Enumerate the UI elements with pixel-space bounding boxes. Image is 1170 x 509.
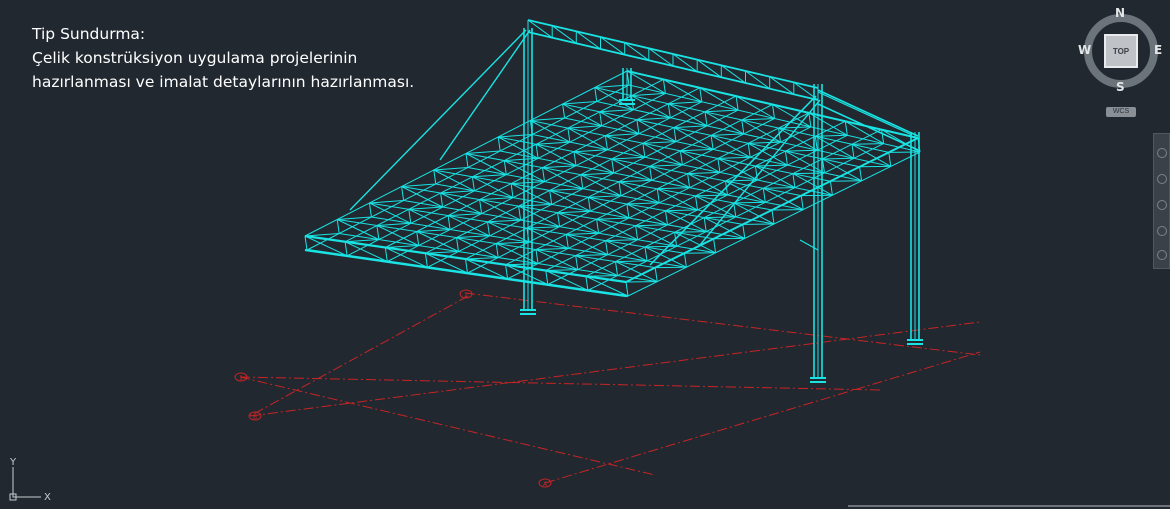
svg-text:2: 2: [464, 292, 468, 299]
compass-east[interactable]: E: [1154, 43, 1162, 57]
caption-line-2: hazırlanması ve imalat detaylarının hazı…: [32, 73, 415, 91]
grid-bubble: 2: [459, 289, 473, 299]
drawing-border-line: [848, 505, 1170, 507]
project-caption: Tip Sundurma: Çelik konstrüksiyon uygula…: [32, 22, 414, 94]
nav-showmotion-icon[interactable]: [1157, 250, 1167, 260]
caption-title: Tip Sundurma:: [32, 25, 146, 43]
model-viewport[interactable]: 1 2 B A Tip Sundurma: Çelik konstrüksiyo…: [0, 0, 1170, 509]
navigation-bar-icon[interactable]: [1153, 133, 1170, 269]
caption-line-1: Çelik konstrüksiyon uygulama projelerini…: [32, 49, 358, 67]
space-truss: [304, 70, 921, 298]
compass-south[interactable]: S: [1116, 80, 1125, 94]
nav-orbit-icon[interactable]: [1157, 226, 1167, 236]
grid-bubble: B: [248, 411, 262, 421]
compass-north[interactable]: N: [1115, 6, 1125, 20]
compass-west[interactable]: W: [1078, 43, 1091, 57]
ucs-axis-icon: Y X: [9, 457, 51, 503]
nav-wheel-icon[interactable]: [1157, 148, 1167, 158]
main-frame: [349, 19, 923, 383]
grid-bubble: A: [538, 478, 552, 488]
grid-bubbles: 1 2 B A: [234, 289, 552, 488]
svg-text:1: 1: [239, 375, 243, 382]
ucs-y-label: Y: [9, 457, 17, 468]
nav-pan-icon[interactable]: [1157, 174, 1167, 184]
nav-zoom-icon[interactable]: [1157, 200, 1167, 210]
wcs-menu-button[interactable]: WCS: [1106, 107, 1136, 117]
ucs-x-label: X: [44, 492, 51, 503]
viewcube-top-face[interactable]: TOP: [1104, 34, 1138, 68]
grid-lines: [239, 292, 981, 484]
viewcube-compass-icon[interactable]: N S E W TOP: [1078, 6, 1166, 96]
svg-text:B: B: [253, 414, 257, 421]
